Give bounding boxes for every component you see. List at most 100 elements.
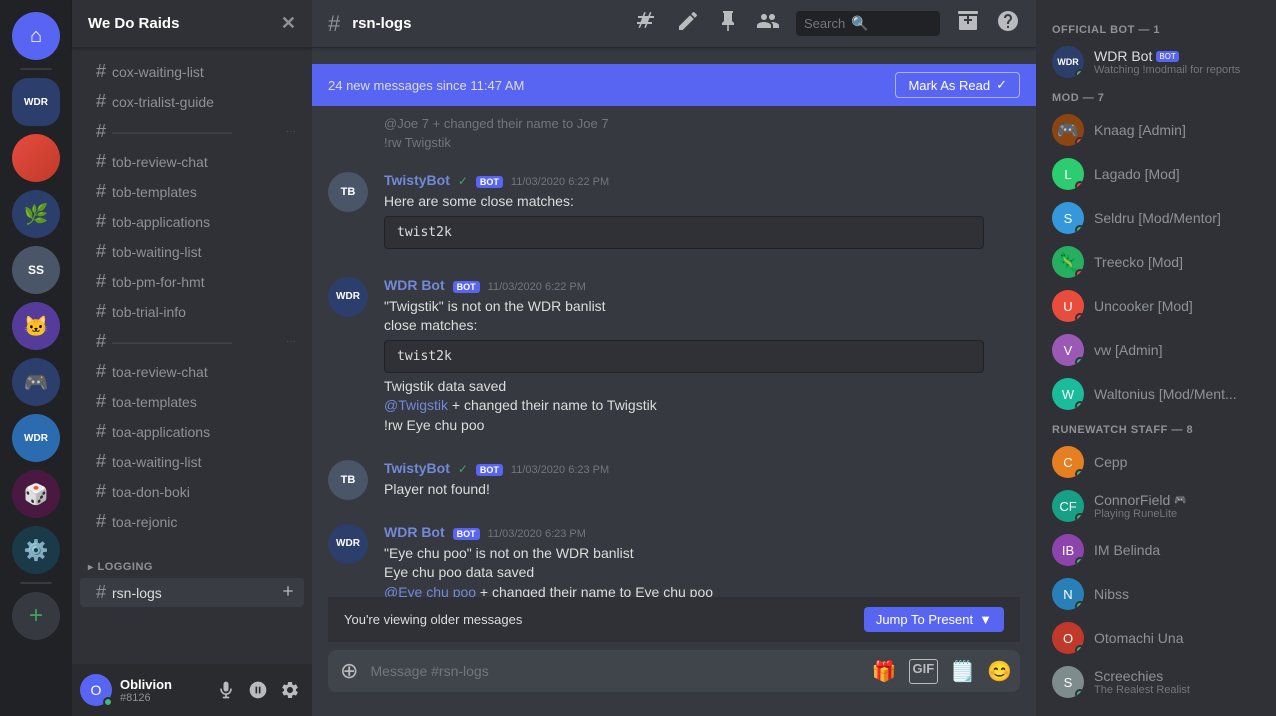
game-controller-icon: 🎮 bbox=[1174, 495, 1186, 506]
channel-hash-icon: # bbox=[96, 181, 106, 202]
channel-item-tob-review-chat[interactable]: # tob-review-chat bbox=[80, 147, 304, 176]
nibss-avatar: N bbox=[1052, 578, 1084, 610]
channel-label: tob-pm-for-hmt bbox=[112, 274, 205, 290]
add-member-icon[interactable] bbox=[280, 583, 296, 602]
channel-label: rsn-logs bbox=[112, 585, 162, 601]
channel-item-cox-waiting-list[interactable]: # cox-waiting-list bbox=[80, 57, 304, 86]
channel-item-toa-templates[interactable]: # toa-templates bbox=[80, 387, 304, 416]
server-icon-2[interactable]: 🌿 bbox=[12, 190, 60, 238]
member-item-uncooker[interactable]: U Uncooker [Mod] bbox=[1044, 284, 1268, 328]
channel-label: tob-templates bbox=[112, 184, 197, 200]
member-status-dot bbox=[1075, 313, 1084, 322]
hashtag-icon[interactable] bbox=[636, 9, 660, 39]
add-attachment-button[interactable]: ⊕ bbox=[336, 650, 362, 692]
member-item-wdrbot[interactable]: WDR WDR Bot BOT Watching !modmail for re… bbox=[1044, 40, 1268, 84]
server-icon-3[interactable]: SS bbox=[12, 246, 60, 294]
avatar-column: TB bbox=[328, 172, 368, 253]
channel-item-tob-applications[interactable]: # tob-applications bbox=[80, 207, 304, 236]
member-item-otomachi[interactable]: O Otomachi Una bbox=[1044, 616, 1268, 660]
edit-icon[interactable] bbox=[676, 9, 700, 39]
member-item-screechies[interactable]: S Screechies The Realest Realist bbox=[1044, 660, 1268, 704]
message-author-name[interactable]: WDR Bot bbox=[384, 524, 445, 540]
server-name: We Do Raids bbox=[88, 15, 179, 32]
member-item-nibss[interactable]: N Nibss bbox=[1044, 572, 1268, 616]
channel-item-tob-templates[interactable]: # tob-templates bbox=[80, 177, 304, 206]
code-block: twist2k bbox=[384, 216, 984, 249]
server-icon-4[interactable]: 🐱 bbox=[12, 302, 60, 350]
channel-item-rsn-logs[interactable]: # rsn-logs bbox=[80, 578, 304, 607]
sticker-icon[interactable]: 🗒️ bbox=[950, 659, 975, 684]
channel-item-toa-review-chat[interactable]: # toa-review-chat bbox=[80, 357, 304, 386]
member-status-dot bbox=[1075, 69, 1084, 78]
jump-to-present-button[interactable]: Jump To Present ▼ bbox=[864, 607, 1004, 632]
help-icon[interactable] bbox=[996, 9, 1020, 39]
member-item-imbelinda[interactable]: IB IM Belinda bbox=[1044, 528, 1268, 572]
member-item-vw[interactable]: V vw [Admin] bbox=[1044, 328, 1268, 372]
pin-icon[interactable] bbox=[716, 9, 740, 39]
member-item-waltonius[interactable]: W Waltonius [Mod/Ment... bbox=[1044, 372, 1268, 416]
channel-item-tob-trial-info[interactable]: # tob-trial-info bbox=[80, 297, 304, 326]
inbox-icon[interactable] bbox=[956, 9, 980, 39]
channel-item-cox-trialist-guide[interactable]: # cox-trialist-guide bbox=[80, 87, 304, 116]
message-timestamp: 11/03/2020 6:23 PM bbox=[488, 528, 586, 540]
message-group-twistybot-1: TB TwistyBot ✓ BOT 11/03/2020 6:22 PM He… bbox=[312, 168, 1036, 257]
category-logging[interactable]: ▸ LOGGING bbox=[72, 545, 312, 577]
messages-area: 24 new messages since 11:47 AM Mark As R… bbox=[312, 48, 1036, 597]
add-server-icon[interactable]: + bbox=[12, 592, 60, 640]
channel-hash-icon: # bbox=[96, 61, 106, 82]
channel-item-toa-waiting-list[interactable]: # toa-waiting-list bbox=[80, 447, 304, 476]
dots-icon: ··· bbox=[286, 126, 296, 137]
channel-item-toa-rejonic[interactable]: # toa-rejonic bbox=[80, 507, 304, 536]
settings-button[interactable] bbox=[276, 676, 304, 704]
member-item-cepp[interactable]: C Cepp bbox=[1044, 440, 1268, 484]
mention-eyechupoo[interactable]: @Eye chu poo bbox=[384, 584, 476, 597]
search-box[interactable]: Search 🔍 bbox=[796, 11, 940, 36]
member-status-dot bbox=[1075, 401, 1084, 410]
server-header[interactable]: We Do Raids ✕ bbox=[72, 0, 312, 48]
server-icon-1[interactable] bbox=[12, 134, 60, 182]
deafen-button[interactable] bbox=[244, 676, 272, 704]
members-icon[interactable] bbox=[756, 9, 780, 39]
channel-item-toa-applications[interactable]: # toa-applications bbox=[80, 417, 304, 446]
gif-icon[interactable]: GIF bbox=[909, 659, 939, 684]
channel-hash-topbar-icon: # bbox=[328, 11, 340, 37]
channel-item-tob-waiting-list[interactable]: # tob-waiting-list bbox=[80, 237, 304, 266]
wdrbot-member-avatar: WDR bbox=[1052, 46, 1084, 78]
member-item-knaag[interactable]: 🎮 Knaag [Admin] bbox=[1044, 108, 1268, 152]
member-item-lagado[interactable]: L Lagado [Mod] bbox=[1044, 152, 1268, 196]
member-status-dot bbox=[1075, 513, 1084, 522]
server-icon-7[interactable]: 🎲 bbox=[12, 470, 60, 518]
member-item-treecko[interactable]: 🦎 Treecko [Mod] bbox=[1044, 240, 1268, 284]
mention-twigstik[interactable]: @Twigstik bbox=[384, 397, 448, 413]
message-author-name[interactable]: WDR Bot bbox=[384, 277, 445, 293]
mute-button[interactable] bbox=[212, 676, 240, 704]
user-status-dot bbox=[103, 697, 113, 707]
member-item-connorfield[interactable]: CF ConnorField 🎮 Playing RuneLite bbox=[1044, 484, 1268, 528]
message-input[interactable] bbox=[370, 652, 863, 690]
gift-icon[interactable]: 🎁 bbox=[872, 659, 897, 684]
member-status-dot bbox=[1075, 137, 1084, 146]
member-info: Screechies The Realest Realist bbox=[1094, 668, 1190, 696]
member-category-mod: MOD — 7 bbox=[1044, 84, 1268, 108]
channel-hash-icon: # bbox=[96, 481, 106, 502]
channel-label: toa-applications bbox=[112, 424, 210, 440]
message-timestamp: 11/03/2020 6:22 PM bbox=[511, 176, 609, 188]
user-info: Oblivion #8126 bbox=[120, 677, 204, 704]
bot-badge: BOT bbox=[476, 176, 503, 188]
discord-home-icon[interactable]: ⌂ bbox=[12, 12, 60, 60]
channel-label: tob-applications bbox=[112, 214, 210, 230]
message-header: TwistyBot ✓ BOT 11/03/2020 6:23 PM bbox=[384, 460, 1020, 476]
mark-as-read-button[interactable]: Mark As Read ✓ bbox=[895, 72, 1020, 98]
wdr-server-icon[interactable]: WDR bbox=[12, 78, 60, 126]
channel-sidebar: We Do Raids ✕ # cox-waiting-list # cox-t… bbox=[72, 0, 312, 716]
message-author-name[interactable]: TwistyBot bbox=[384, 460, 450, 476]
server-icon-6[interactable]: WDR bbox=[12, 414, 60, 462]
emoji-icon[interactable]: 😊 bbox=[987, 659, 1012, 684]
server-icon-5[interactable]: 🎮 bbox=[12, 358, 60, 406]
connorfield-avatar: CF bbox=[1052, 490, 1084, 522]
channel-item-toa-don-boki[interactable]: # toa-don-boki bbox=[80, 477, 304, 506]
server-icon-8[interactable]: ⚙️ bbox=[12, 526, 60, 574]
member-item-seldru[interactable]: S Seldru [Mod/Mentor] bbox=[1044, 196, 1268, 240]
message-author-name[interactable]: TwistyBot bbox=[384, 172, 450, 188]
channel-item-tob-pm-for-hmt[interactable]: # tob-pm-for-hmt bbox=[80, 267, 304, 296]
